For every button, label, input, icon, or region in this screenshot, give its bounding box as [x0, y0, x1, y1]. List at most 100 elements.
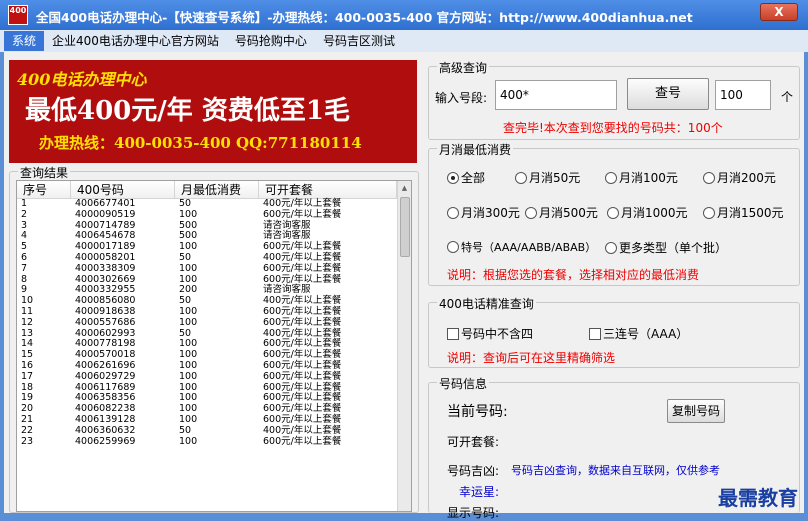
row-number: 4006029729	[75, 370, 136, 382]
menu-official-site[interactable]: 企业400电话办理中心官方网站	[44, 31, 227, 51]
checkbox-triple[interactable]: 三连号（AAA）	[589, 325, 688, 342]
segment-label: 输入号段:	[435, 91, 488, 105]
col-package[interactable]: 可开套餐	[259, 181, 397, 198]
table-row[interactable]: 12 4000557686 100 600元/年以上套餐	[17, 316, 411, 329]
radio-icon	[703, 206, 715, 219]
app-logo-icon: 400	[8, 5, 28, 25]
radio-icon	[605, 171, 617, 184]
menu-system[interactable]: 系统	[4, 31, 45, 51]
results-rows: 1 4006677401 50 400元/年以上套餐 2 4000090519 100 600…	[17, 198, 411, 448]
radio-50[interactable]: 月消50元	[515, 169, 580, 186]
row-index: 12	[21, 316, 34, 328]
col-number[interactable]: 400号码	[71, 181, 175, 198]
row-package: 600元/年以上套餐	[263, 316, 342, 328]
radio-icon	[447, 241, 459, 253]
row-package: 600元/年以上套餐	[263, 435, 342, 447]
monthly-group-title: 月消最低消费	[437, 141, 514, 158]
window-title: 全国400电话办理中心-【快速查号系统】-办理热线：400-0035-400 官…	[36, 10, 693, 25]
row-min-fee: 100	[179, 208, 198, 220]
radio-200[interactable]: 月消200元	[703, 169, 776, 186]
banner-line1: 400电话办理中心	[17, 70, 147, 89]
radio-500[interactable]: 月消500元	[525, 204, 598, 221]
row-number: 4000338309	[75, 262, 136, 274]
radio-icon	[447, 206, 459, 219]
row-package: 600元/年以上套餐	[263, 208, 342, 220]
results-group: 查询结果 序号 400号码 月最低消费 可开套餐 1 4006677401 50 40…	[9, 164, 419, 513]
watermark-text: 最需教育	[718, 486, 798, 510]
precise-group: 400电话精准查询 号码中不含四 三连号（AAA） 说明：查询后可在这里精确筛选	[428, 295, 800, 368]
row-number: 4006259969	[75, 435, 136, 447]
scroll-up-icon[interactable]: ▲	[398, 181, 411, 195]
copy-number-button[interactable]: 复制号码	[667, 399, 725, 423]
row-index: 17	[21, 370, 34, 382]
table-row[interactable]: 23 4006259969 100 600元/年以上套餐	[17, 435, 411, 448]
close-button[interactable]: X	[760, 3, 798, 21]
table-row[interactable]: 22 4006360632 50 400元/年以上套餐	[17, 424, 411, 437]
luck-label: 号码吉凶:	[447, 464, 500, 478]
row-package: 600元/年以上套餐	[263, 370, 342, 382]
info-group-title: 号码信息	[437, 375, 490, 392]
scroll-thumb[interactable]	[400, 197, 410, 257]
row-number: 4000557686	[75, 316, 136, 328]
segment-input[interactable]: 400*	[495, 80, 617, 110]
col-index[interactable]: 序号	[17, 181, 71, 198]
radio-icon	[703, 171, 715, 184]
col-min-fee[interactable]: 月最低消费	[175, 181, 259, 198]
title-bar: 400 全国400电话办理中心-【快速查号系统】-办理热线：400-0035-4…	[0, 0, 808, 30]
main-panel: 400电话办理中心 最低400元/年 资费低至1毛 办理热线：400-0035-…	[4, 52, 804, 520]
row-index: 22	[21, 424, 34, 436]
package-label: 可开套餐:	[447, 435, 500, 449]
radio-selected-icon	[447, 171, 459, 184]
row-package: 400元/年以上套餐	[263, 424, 342, 436]
row-package: 600元/年以上套餐	[263, 262, 342, 274]
monthly-note: 说明：根据您选的套餐，选择相对应的最低消费	[447, 268, 700, 282]
menu-luck-test[interactable]: 号码吉区测试	[315, 31, 403, 51]
row-number: 4000090519	[75, 208, 136, 220]
radio-1000[interactable]: 月消1000元	[607, 204, 688, 221]
menu-number-grab[interactable]: 号码抢购中心	[227, 31, 315, 51]
radio-icon	[607, 206, 619, 219]
radio-icon	[515, 171, 527, 184]
advanced-group: 高级查询 输入号段: 400* 查号 100 个 查完毕!本次查到您要找的号码共…	[428, 59, 800, 140]
radio-special[interactable]: 特号（AAA/AABB/ABAB）	[447, 239, 596, 255]
table-row[interactable]: 7 4000338309 100 600元/年以上套餐	[17, 262, 411, 275]
radio-all[interactable]: 全部	[447, 169, 485, 186]
results-list[interactable]: 序号 400号码 月最低消费 可开套餐 1 4006677401 50 400元/年以…	[16, 180, 412, 512]
count-input[interactable]: 100	[715, 80, 771, 110]
luck-link[interactable]: 号码吉凶查询，数据来自互联网，仅供参考	[511, 462, 720, 478]
row-number: 4006360632	[75, 424, 136, 436]
table-row[interactable]: 2 4000090519 100 600元/年以上套餐	[17, 208, 411, 221]
table-row[interactable]: 17 4006029729 100 600元/年以上套餐	[17, 370, 411, 383]
banner-line3: 办理热线：400-0035-400 QQ:771180114	[39, 134, 362, 152]
ad-banner[interactable]: 400电话办理中心 最低400元/年 资费低至1毛 办理热线：400-0035-…	[9, 60, 417, 163]
current-number-label: 当前号码:	[447, 404, 508, 420]
row-min-fee: 50	[179, 424, 192, 436]
monthly-group: 月消最低消费 全部 月消50元 月消100元 月消200元 月消300元 月消5…	[428, 141, 800, 286]
row-index: 7	[21, 262, 28, 274]
row-min-fee: 100	[179, 316, 198, 328]
precise-note: 说明：查询后可在这里精确筛选	[447, 351, 616, 365]
list-scrollbar[interactable]: ▲	[397, 181, 411, 511]
checkbox-no-four[interactable]: 号码中不含四	[447, 325, 533, 342]
results-group-title: 查询结果	[18, 164, 71, 181]
precise-group-title: 400电话精准查询	[437, 295, 536, 312]
lucky-star-label: 幸运星:	[459, 485, 500, 499]
menu-bar: 系统 企业400电话办理中心官方网站 号码抢购中心 号码吉区测试	[0, 30, 808, 52]
checkbox-icon	[589, 327, 601, 340]
radio-300[interactable]: 月消300元	[447, 204, 520, 221]
row-min-fee: 100	[179, 262, 198, 274]
advanced-group-title: 高级查询	[437, 59, 490, 76]
results-list-header: 序号 400号码 月最低消费 可开套餐	[17, 181, 411, 199]
banner-line2: 最低400元/年 资费低至1毛	[25, 96, 350, 126]
radio-100[interactable]: 月消100元	[605, 169, 678, 186]
radio-1500[interactable]: 月消1500元	[703, 204, 784, 221]
result-message: 查完毕!本次查到您要找的号码共：100个	[503, 121, 723, 135]
radio-icon	[605, 241, 617, 254]
query-button[interactable]: 查号	[627, 78, 709, 110]
row-index: 2	[21, 208, 28, 220]
row-min-fee: 100	[179, 435, 198, 447]
count-unit: 个	[781, 90, 794, 104]
radio-icon	[525, 206, 537, 219]
radio-more[interactable]: 更多类型（单个批）	[605, 239, 727, 256]
row-min-fee: 100	[179, 370, 198, 382]
